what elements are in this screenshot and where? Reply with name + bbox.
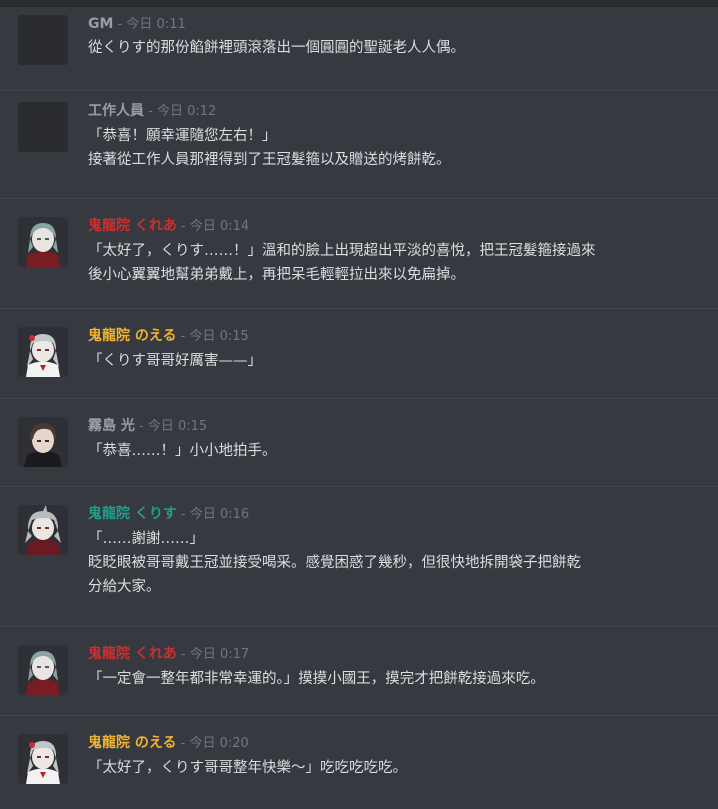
message-line: 「一定會一整年都非常幸運的。」摸摸小國王，摸完才把餅乾接過來吃。 [88, 671, 545, 687]
message-line: 「……謝謝……」 [88, 531, 204, 547]
message-header: 鬼龍院 のえる - 今日 0:15 [88, 327, 249, 346]
timestamp: 今日 0:14 [189, 219, 250, 234]
message-body: 「くりす哥哥好厲害——」 [88, 349, 704, 373]
message-line: 「太好了，くりす哥哥整年快樂～」吃吃吃吃吃。 [88, 760, 407, 776]
message-header: 霧島 光 - 今日 0:15 [88, 417, 207, 436]
message-line: 眨眨眼被哥哥戴王冠並接受喝采。感覺困惑了幾秒，但很快地拆開袋子把餅乾 [88, 555, 581, 571]
message-line: 接著從工作人員那裡得到了王冠髮箍以及贈送的烤餅乾。 [88, 152, 451, 168]
message-body: 「……謝謝……」 眨眨眼被哥哥戴王冠並接受喝采。感覺困惑了幾秒，但很快地拆開袋子… [88, 527, 704, 599]
hikaru-avatar[interactable] [18, 417, 68, 467]
message: 鬼龍院 のえる - 今日 0:20 「太好了，くりす哥哥整年快樂～」吃吃吃吃吃。 [0, 716, 718, 809]
timestamp: 今日 0:17 [189, 647, 250, 662]
message-line: 分給大家。 [88, 579, 161, 595]
header-separator: - [113, 17, 127, 32]
author-name[interactable]: 鬼龍院 くれあ [88, 646, 177, 662]
message-line: 「くりす哥哥好厲害——」 [88, 353, 262, 369]
header-separator: - [176, 219, 190, 234]
header-separator: - [176, 647, 190, 662]
message-header: GM - 今日 0:11 [88, 15, 186, 34]
timestamp: 今日 0:15 [189, 329, 249, 344]
blank-avatar[interactable] [18, 15, 68, 65]
header-separator: - [176, 736, 190, 751]
message-header: 鬼龍院 くりす - 今日 0:16 [88, 505, 249, 524]
author-name[interactable]: 鬼龍院 くりす [88, 506, 177, 522]
message-line: 從くりす的那份餡餅裡頭滾落出一個圓圓的聖誕老人人偶。 [88, 40, 465, 56]
author-name[interactable]: 工作人員 [88, 103, 144, 119]
message: 鬼龍院 くれあ - 今日 0:14 「太好了，くりす……！」溫和的臉上出現超出平… [0, 199, 718, 309]
message-body: 「一定會一整年都非常幸運的。」摸摸小國王，摸完才把餅乾接過來吃。 [88, 667, 704, 691]
message: 工作人員 - 今日 0:12 「恭喜！願幸運隨您左右！」 接著從工作人員那裡得到… [0, 91, 718, 199]
header-separator: - [176, 507, 190, 522]
message-header: 鬼龍院 くれあ - 今日 0:14 [88, 217, 249, 236]
message-line: 後小心翼翼地幫弟弟戴上，再把呆毛輕輕拉出來以免扁掉。 [88, 267, 465, 283]
noeru-avatar[interactable] [18, 734, 68, 784]
header-separator: - [134, 419, 148, 434]
message: 鬼龍院 くりす - 今日 0:16 「……謝謝……」 眨眨眼被哥哥戴王冠並接受喝… [0, 487, 718, 627]
message-header: 工作人員 - 今日 0:12 [88, 102, 216, 121]
author-name[interactable]: 霧島 光 [88, 418, 135, 434]
message-body: 「恭喜……！」小小地拍手。 [88, 439, 704, 463]
timestamp: 今日 0:15 [147, 419, 208, 434]
blank-avatar[interactable] [18, 102, 68, 152]
message-line: 「恭喜！願幸運隨您左右！」 [88, 128, 277, 144]
kurisu-avatar[interactable] [18, 505, 68, 555]
header-separator: - [176, 329, 190, 344]
message-feed: GM - 今日 0:11 從くりす的那份餡餅裡頭滾落出一個圓圓的聖誕老人人偶。 … [0, 7, 718, 809]
timestamp: 今日 0:16 [189, 507, 250, 522]
message-header: 鬼龍院 くれあ - 今日 0:17 [88, 645, 249, 664]
timestamp: 今日 0:12 [156, 104, 217, 119]
top-bar [0, 0, 718, 7]
author-name[interactable]: GM [88, 16, 113, 32]
message: 鬼龍院 のえる - 今日 0:15 「くりす哥哥好厲害——」 [0, 309, 718, 399]
message: 鬼龍院 くれあ - 今日 0:17 「一定會一整年都非常幸運的。」摸摸小國王，摸… [0, 627, 718, 716]
timestamp: 今日 0:11 [126, 17, 186, 32]
message: GM - 今日 0:11 從くりす的那份餡餅裡頭滾落出一個圓圓的聖誕老人人偶。 [0, 7, 718, 91]
author-name[interactable]: 鬼龍院 のえる [88, 735, 176, 751]
message-body: 「太好了，くりす……！」溫和的臉上出現超出平淡的喜悅，把王冠髮箍接過來 後小心翼… [88, 239, 704, 287]
author-name[interactable]: 鬼龍院 くれあ [88, 218, 177, 234]
header-separator: - [144, 104, 157, 119]
message-body: 從くりす的那份餡餅裡頭滾落出一個圓圓的聖誕老人人偶。 [88, 36, 704, 60]
kurea-avatar[interactable] [18, 645, 68, 695]
timestamp: 今日 0:20 [189, 736, 249, 751]
message: 霧島 光 - 今日 0:15 「恭喜……！」小小地拍手。 [0, 399, 718, 487]
message-body: 「恭喜！願幸運隨您左右！」 接著從工作人員那裡得到了王冠髮箍以及贈送的烤餅乾。 [88, 124, 704, 172]
message-header: 鬼龍院 のえる - 今日 0:20 [88, 734, 249, 753]
author-name[interactable]: 鬼龍院 のえる [88, 328, 176, 344]
message-body: 「太好了，くりす哥哥整年快樂～」吃吃吃吃吃。 [88, 756, 704, 780]
kurea-avatar[interactable] [18, 217, 68, 267]
noeru-avatar[interactable] [18, 327, 68, 377]
message-line: 「恭喜……！」小小地拍手。 [88, 443, 277, 459]
message-line: 「太好了，くりす……！」溫和的臉上出現超出平淡的喜悅，把王冠髮箍接過來 [88, 243, 596, 259]
